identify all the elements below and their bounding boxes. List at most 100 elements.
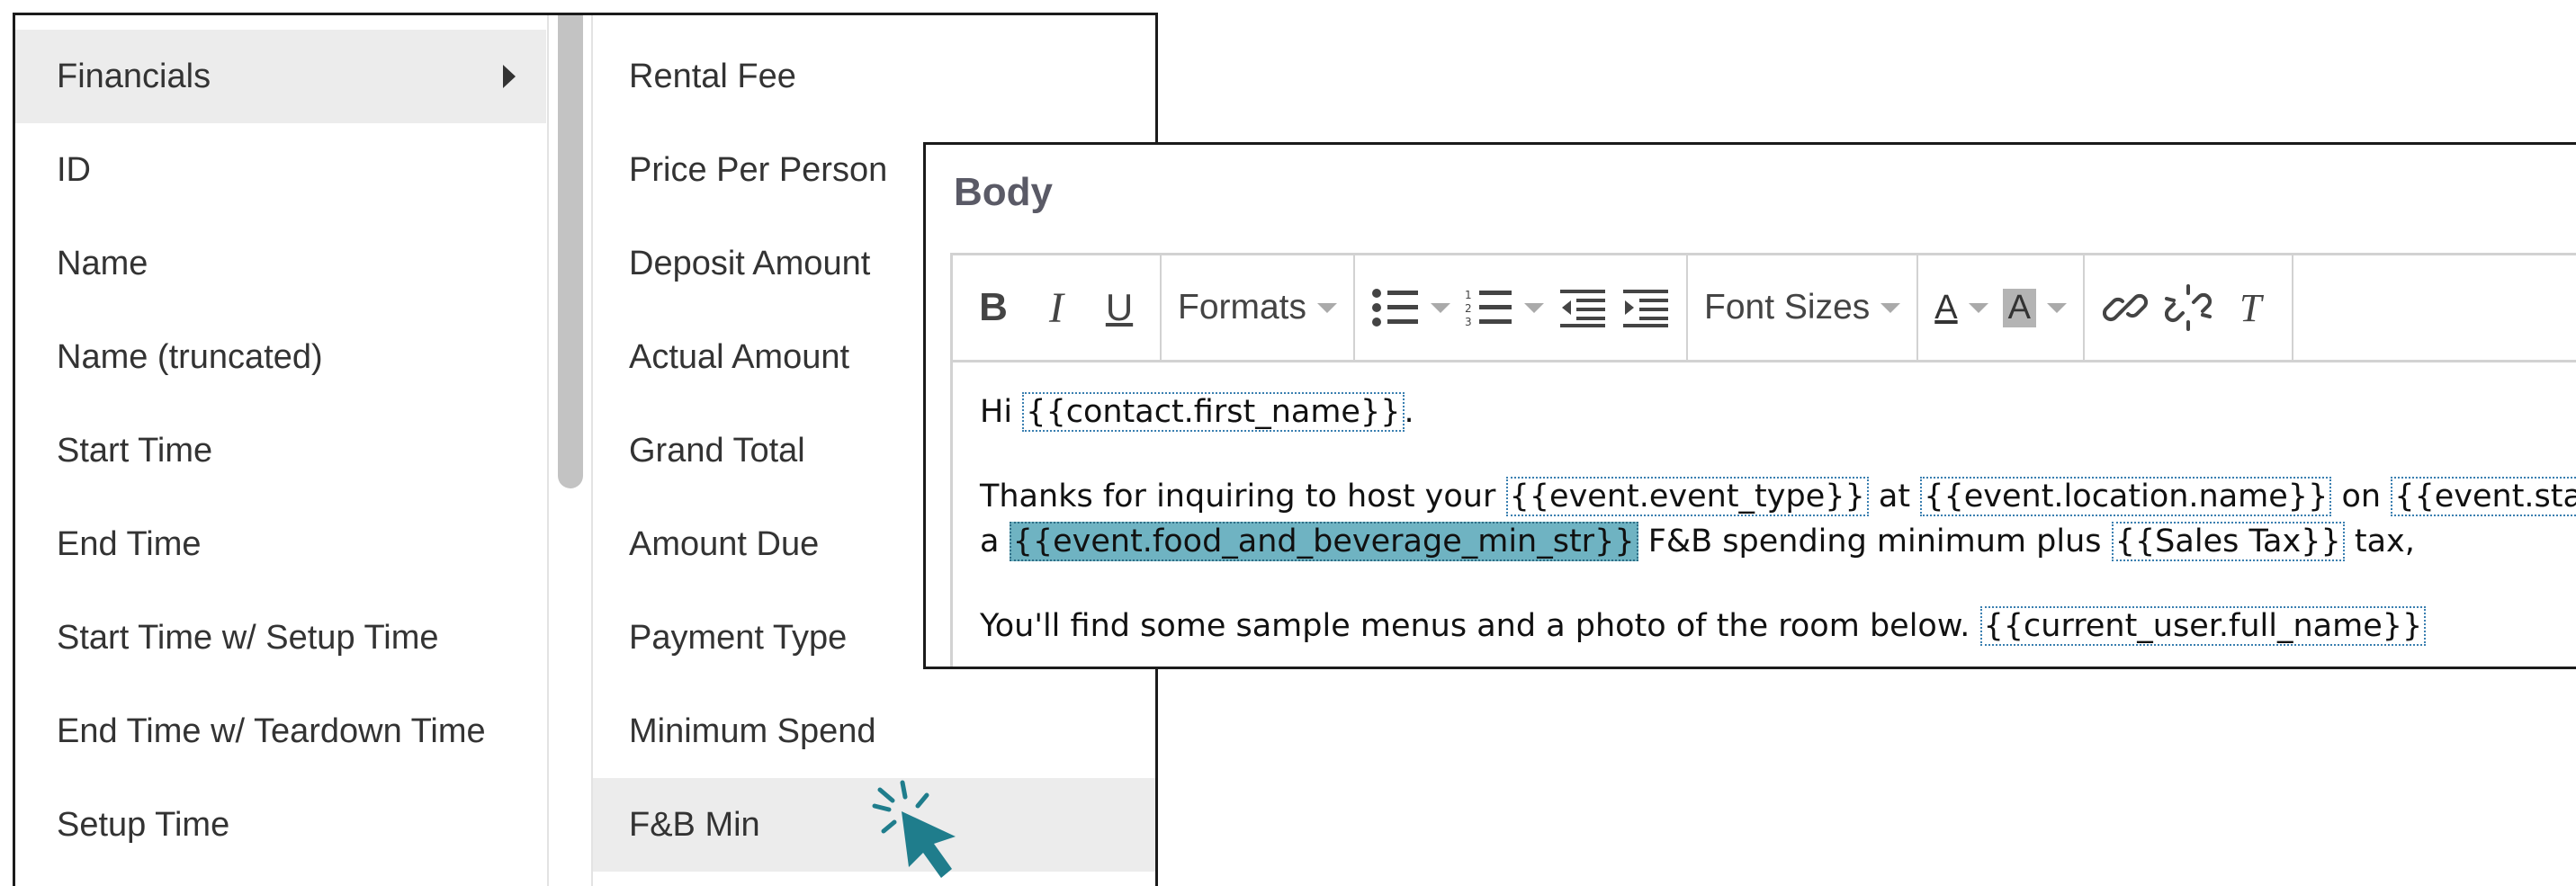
- menu-item-label: Actual Amount: [629, 337, 850, 376]
- menu-item-label: Setup Time: [57, 805, 230, 844]
- body-text: at: [1868, 479, 1921, 515]
- dropdown-caret-icon: [1431, 302, 1451, 313]
- email-body-editor: Body B I U Formats 1 2 3 Font Sizes A A …: [923, 142, 2576, 669]
- menu-item-label: Name (truncated): [57, 337, 323, 376]
- menu-item-start-time-setup[interactable]: Start Time w/ Setup Time: [15, 591, 546, 685]
- menu-item-end-time[interactable]: End Time: [15, 497, 546, 591]
- formats-label: Formats: [1178, 288, 1307, 327]
- numbered-list-icon: 1 2 3: [1465, 289, 1512, 327]
- dropdown-caret-icon: [1524, 302, 1545, 313]
- menu-item-label: Financials: [57, 57, 211, 95]
- body-text: You'll find some sample menus and a phot…: [980, 608, 1980, 644]
- menu-item-label: Amount Due: [629, 524, 820, 563]
- menu-item-label: Start Time w/ Setup Time: [57, 618, 439, 657]
- body-text: F&B spending minimum plus: [1638, 524, 2112, 559]
- text-color-icon: A: [1934, 288, 1958, 327]
- dropdown-caret-icon: [1880, 302, 1901, 313]
- body-text: on: [2331, 479, 2392, 515]
- outdent-button[interactable]: [1551, 276, 1614, 339]
- svg-text:2: 2: [1465, 302, 1472, 315]
- click-cursor-icon: [872, 780, 956, 878]
- editor-toolbar: B I U Formats 1 2 3 Font Sizes A A T: [953, 255, 2576, 362]
- outdent-icon: [1560, 290, 1606, 327]
- merge-tag[interactable]: {{event.event_type}}: [1505, 477, 1869, 516]
- body-line: You'll find some sample menus and a phot…: [980, 604, 2576, 649]
- numbered-list-button[interactable]: 1 2 3: [1458, 276, 1551, 339]
- dropdown-caret-icon: [1317, 302, 1338, 313]
- remove-link-button[interactable]: [2157, 276, 2220, 339]
- editor-content[interactable]: Hi {{contact.first_name}}. Thanks for in…: [953, 362, 2576, 649]
- menu-item-label: Price Per Person: [629, 150, 888, 189]
- body-text: tax,: [2344, 524, 2415, 559]
- italic-button[interactable]: I: [1025, 276, 1088, 339]
- menu-item-label: Minimum Spend: [629, 711, 876, 750]
- font-sizes-dropdown[interactable]: Font Sizes: [1697, 276, 1907, 339]
- body-text: Hi: [980, 394, 1023, 430]
- menu-category-list: Financials ID Name Name (truncated) Star…: [15, 30, 546, 872]
- body-text: .: [1404, 394, 1414, 430]
- link-group: T: [2085, 255, 2293, 360]
- bullet-list-icon: [1372, 289, 1419, 327]
- svg-text:T: T: [2239, 286, 2265, 330]
- text-style-group: B I U: [953, 255, 1162, 360]
- submenu-arrow-icon: [503, 65, 516, 88]
- bullet-list-button[interactable]: [1364, 276, 1458, 339]
- body-line: Thanks for inquiring to host your {{even…: [980, 474, 2576, 519]
- link-icon: [2102, 293, 2148, 322]
- body-text: a: [980, 524, 1010, 559]
- menu-item-label: Deposit Amount: [629, 244, 871, 282]
- menu-item-label: End Time w/ Teardown Time: [57, 711, 486, 750]
- menu-item-start-time[interactable]: Start Time: [15, 404, 546, 497]
- menu-item-financials[interactable]: Financials: [15, 30, 546, 123]
- menu-item-label: Grand Total: [629, 431, 805, 470]
- menu-item-label: End Time: [57, 524, 202, 563]
- menu-item-label: Name: [57, 244, 148, 282]
- clear-formatting-icon: T: [2239, 286, 2265, 330]
- svg-text:1: 1: [1465, 289, 1472, 301]
- background-color-button[interactable]: A: [1996, 276, 2074, 339]
- submenu-item-minimum-spend[interactable]: Minimum Spend: [593, 685, 1155, 778]
- font-size-group: Font Sizes: [1688, 255, 1919, 360]
- merge-tag[interactable]: {{contact.first_name}}: [1022, 392, 1405, 432]
- unlink-icon: [2164, 284, 2212, 331]
- merge-tag[interactable]: {{event.location.name}}: [1920, 477, 2332, 516]
- editor-title: Body: [954, 170, 1053, 214]
- merge-tag[interactable]: {{Sales Tax}}: [2111, 522, 2345, 561]
- body-line: Hi {{contact.first_name}}.: [980, 389, 2576, 434]
- dropdown-caret-icon: [2046, 302, 2067, 313]
- menu-item-end-time-teardown[interactable]: End Time w/ Teardown Time: [15, 685, 546, 778]
- menu-item-name-truncated[interactable]: Name (truncated): [15, 310, 546, 404]
- text-color-button[interactable]: A: [1927, 276, 1995, 339]
- scrollbar-thumb[interactable]: [558, 15, 583, 488]
- column-divider: [547, 15, 549, 886]
- selected-merge-tag[interactable]: {{event.food_and_beverage_min_str}}: [1009, 522, 1638, 561]
- menu-item-label: F&B Min: [629, 805, 760, 844]
- rich-text-editor: B I U Formats 1 2 3 Font Sizes A A T Hi …: [950, 253, 2576, 667]
- formats-group: Formats: [1162, 255, 1356, 360]
- list-group: 1 2 3: [1355, 255, 1689, 360]
- menu-item-label: Payment Type: [629, 618, 848, 657]
- insert-link-button[interactable]: [2094, 276, 2157, 339]
- submenu-item-rental-fee[interactable]: Rental Fee: [593, 30, 1155, 123]
- background-color-icon: A: [2002, 288, 2036, 327]
- merge-tag[interactable]: {{current_user.full_name}}: [1979, 606, 2427, 646]
- body-text: Thanks for inquiring to host your: [980, 479, 1506, 515]
- dropdown-caret-icon: [1968, 302, 1988, 313]
- clear-formatting-button[interactable]: T: [2220, 276, 2283, 339]
- underline-button[interactable]: U: [1088, 276, 1151, 339]
- menu-item-label: Start Time: [57, 431, 213, 470]
- menu-item-name[interactable]: Name: [15, 217, 546, 310]
- indent-button[interactable]: [1614, 276, 1677, 339]
- color-group: A A: [1918, 255, 2085, 360]
- menu-item-id[interactable]: ID: [15, 123, 546, 217]
- menu-item-setup-time[interactable]: Setup Time: [15, 778, 546, 872]
- menu-item-label: Rental Fee: [629, 57, 796, 95]
- svg-text:3: 3: [1465, 316, 1472, 327]
- indent-icon: [1623, 290, 1669, 327]
- bold-button[interactable]: B: [962, 276, 1025, 339]
- merge-tag[interactable]: {{event.start_date}}: [2391, 477, 2576, 516]
- menu-item-label: ID: [57, 150, 91, 189]
- font-sizes-label: Font Sizes: [1704, 288, 1871, 327]
- formats-dropdown[interactable]: Formats: [1171, 276, 1344, 339]
- body-line: a {{event.food_and_beverage_min_str}} F&…: [980, 519, 2576, 564]
